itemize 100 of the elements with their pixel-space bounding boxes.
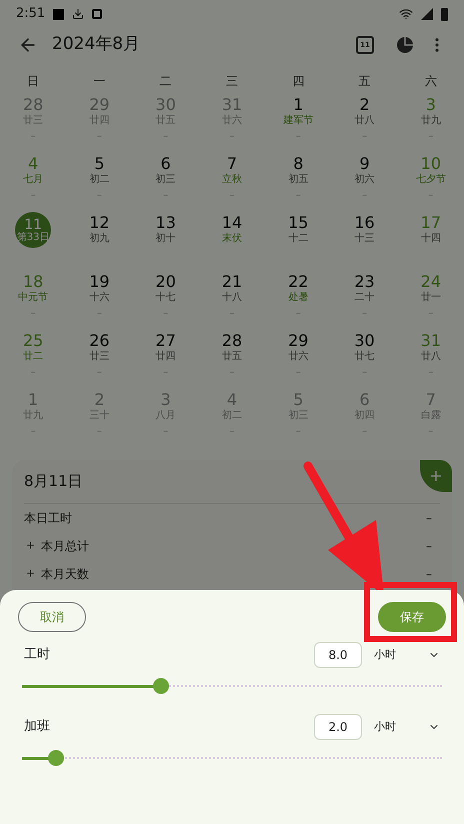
day-cell[interactable]: 5 初二 – (66, 151, 133, 210)
save-button[interactable]: 保存 (378, 602, 446, 632)
expand-icon[interactable]: ＋ (24, 564, 37, 584)
hours-mark: – (296, 425, 301, 439)
hours-mark: – (362, 307, 368, 321)
unit-dropdown[interactable]: 小时 (374, 718, 440, 736)
summary-value: – (426, 566, 432, 583)
day-cell[interactable]: 2 廿八 – (331, 92, 398, 151)
hours-mark: – (96, 425, 102, 439)
day-cell[interactable]: 24 廿一 – (398, 269, 464, 328)
day-cell[interactable]: 19 十六 – (66, 269, 133, 328)
day-cell[interactable]: 7 立秋 – (198, 151, 266, 210)
day-number: 10 (420, 155, 442, 173)
day-cell[interactable]: 6 初三 – (132, 151, 199, 210)
lunar-date: 初三 (288, 409, 308, 422)
weekday-label: 六 (424, 73, 438, 90)
day-cell[interactable]: 1 建军节 – (265, 92, 332, 151)
hours-mark: – (229, 425, 234, 439)
wifi-icon (399, 7, 413, 21)
lunar-date: 廿九 (420, 114, 441, 127)
day-cell[interactable]: 9 初六 – (331, 151, 398, 210)
lunar-date: 白露 (420, 409, 441, 422)
day-number: 1 (293, 96, 304, 114)
lunar-date: 廿四 (89, 114, 110, 127)
lunar-date: 廿二 (23, 350, 44, 363)
hours-mark: – (362, 425, 368, 439)
lunar-date: 十四 (420, 232, 441, 245)
hours-mark: – (163, 307, 168, 321)
hours-mark: – (428, 189, 434, 203)
day-cell[interactable]: 13 初十 (132, 210, 199, 269)
day-cell[interactable]: 20 十七 – (132, 269, 199, 328)
day-cell[interactable]: 31 廿八 – (398, 328, 464, 387)
lunar-date: 初三 (156, 173, 176, 186)
day-cell[interactable]: 25 廿二 – (0, 328, 66, 387)
day-cell[interactable]: 3 廿九 – (398, 92, 464, 151)
day-cell[interactable]: 21 十八 – (198, 269, 266, 328)
slider-thumb[interactable] (152, 678, 169, 694)
weekday-label: 二 (158, 73, 173, 90)
day-number: 2 (359, 96, 370, 114)
expand-icon[interactable]: ＋ (24, 536, 37, 556)
lunar-date: 初六 (354, 173, 375, 186)
day-cell[interactable]: 23 二十 – (331, 269, 398, 328)
hours-input[interactable]: 8.0 (314, 642, 362, 668)
pie-chart-icon[interactable] (396, 36, 414, 54)
lunar-date: 十二 (288, 232, 308, 245)
lunar-date: 廿一 (420, 291, 441, 304)
day-cell[interactable]: 17 十四 (398, 210, 464, 269)
day-number: 24 (420, 273, 442, 291)
hours-mark: – (428, 366, 434, 380)
hours-mark: – (30, 189, 36, 203)
day-cell[interactable]: 29 廿六 – (265, 328, 332, 387)
notification-icon (53, 8, 64, 20)
lunar-date: 初九 (89, 232, 110, 245)
hours-mark: – (296, 189, 301, 203)
day-number: 23 (354, 273, 375, 291)
day-cell[interactable]: 4 七月 – (0, 151, 66, 210)
day-cell[interactable]: 14 末伏 (198, 210, 266, 269)
day-number: 31 (420, 332, 442, 350)
hours-input[interactable]: 2.0 (314, 714, 362, 740)
day-cell[interactable]: 12 初九 (66, 210, 133, 269)
lunar-date: 处暑 (288, 291, 308, 304)
cancel-button[interactable]: 取消 (18, 602, 86, 632)
day-cell[interactable]: 27 廿四 – (132, 328, 199, 387)
day-number: 15 (288, 214, 308, 232)
day-number: 25 (22, 332, 44, 350)
hours-mark: – (229, 189, 234, 203)
unit-dropdown[interactable]: 小时 (374, 646, 440, 664)
lunar-date: 十七 (156, 291, 176, 304)
add-button[interactable]: + (420, 460, 452, 492)
lunar-date: 初二 (222, 409, 242, 422)
hours-mark: – (428, 307, 434, 321)
summary-value: – (426, 538, 432, 555)
hours-mark: – (362, 189, 368, 203)
day-cell[interactable]: 8 初五 – (265, 151, 332, 210)
day-cell[interactable]: 15 十二 (265, 210, 332, 269)
lunar-date: 廿六 (222, 114, 242, 127)
hours-slider[interactable] (22, 676, 442, 696)
day-cell[interactable]: 26 廿三 – (66, 328, 133, 387)
hours-slider[interactable] (22, 748, 442, 768)
hours-mark: – (428, 130, 434, 144)
hours-mark: – (296, 307, 301, 321)
day-cell[interactable]: 28 廿五 – (198, 328, 266, 387)
hours-mark: – (229, 366, 234, 380)
day-cell[interactable]: 16 十三 (331, 210, 398, 269)
day-number: 7 (226, 155, 238, 173)
signal-icon (421, 8, 433, 20)
weekday-label: 五 (358, 73, 372, 90)
lunar-date: 廿七 (354, 350, 375, 363)
day-number: 29 (288, 332, 308, 350)
lunar-date: 七夕节 (416, 173, 446, 186)
day-cell[interactable]: 22 处暑 – (265, 269, 332, 328)
slider-thumb[interactable] (48, 750, 64, 766)
lunar-date: 建军节 (283, 114, 314, 127)
weekday-label: 一 (92, 73, 106, 90)
day-number: 30 (156, 96, 176, 114)
day-cell[interactable]: 30 廿七 – (331, 328, 398, 387)
hours-mark: – (30, 425, 36, 439)
selected-day[interactable]: 11 第33日 (15, 212, 52, 248)
day-number: 5 (293, 391, 304, 409)
hours-mark: – (296, 366, 301, 380)
